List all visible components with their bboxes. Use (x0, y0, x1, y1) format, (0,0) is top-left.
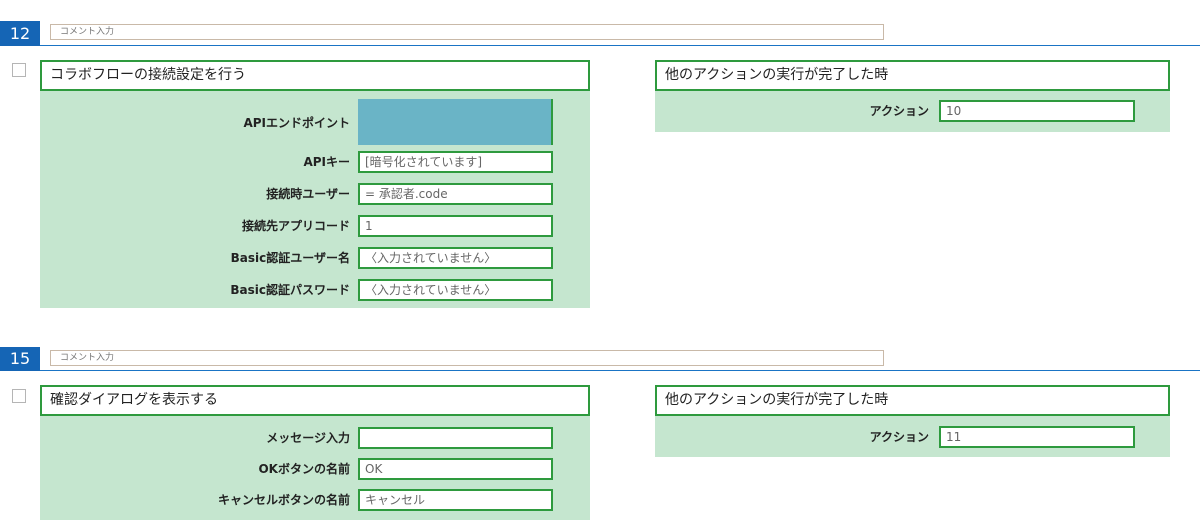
action-number-field[interactable]: 10 (939, 100, 1135, 122)
action-panel: 確認ダイアログを表示する メッセージ入力 OKボタンの名前 OK キャンセルボタ… (40, 385, 590, 520)
select-checkbox[interactable] (12, 63, 26, 77)
field-label: APIエンドポイント (243, 116, 350, 130)
action-title[interactable]: 確認ダイアログを表示する (40, 385, 590, 416)
step-number: 15 (0, 347, 40, 371)
trigger-row: アクション 10 (655, 100, 1170, 122)
field-label: メッセージ入力 (266, 431, 350, 445)
action-panel: コラボフローの接続設定を行う APIエンドポイント APIキー [暗号化されてい… (40, 60, 590, 308)
section-divider (0, 45, 1200, 46)
field-label: OKボタンの名前 (258, 462, 350, 476)
trigger-title[interactable]: 他のアクションの実行が完了した時 (655, 385, 1170, 416)
action-title[interactable]: コラボフローの接続設定を行う (40, 60, 590, 91)
trigger-title[interactable]: 他のアクションの実行が完了した時 (655, 60, 1170, 91)
action-block-12: 12 コメント入力 コラボフローの接続設定を行う APIエンドポイント APIキ… (0, 0, 1200, 320)
field-label: アクション (869, 430, 929, 444)
ok-name-field[interactable]: OK (358, 458, 553, 480)
step-number: 12 (0, 21, 40, 46)
message-field[interactable] (358, 427, 553, 449)
field-label: Basic認証ユーザー名 (230, 251, 350, 265)
comment-input[interactable]: コメント入力 (50, 24, 884, 40)
basic-password-field[interactable]: 〈入力されていません〉 (358, 279, 553, 301)
field-row-ok-name: OKボタンの名前 OK (40, 458, 590, 480)
action-block-15: 15 コメント入力 確認ダイアログを表示する メッセージ入力 OKボタンの名前 … (0, 340, 1200, 527)
field-row-basic-user: Basic認証ユーザー名 〈入力されていません〉 (40, 247, 590, 269)
comment-input[interactable]: コメント入力 (50, 350, 884, 366)
trigger-panel: 他のアクションの実行が完了した時 アクション 10 (655, 60, 1170, 132)
trigger-row: アクション 11 (655, 426, 1170, 448)
field-row-app-code: 接続先アプリコード 1 (40, 215, 590, 237)
trigger-panel: 他のアクションの実行が完了した時 アクション 11 (655, 385, 1170, 457)
api-key-field[interactable]: [暗号化されています] (358, 151, 553, 173)
field-row-message: メッセージ入力 (40, 427, 590, 449)
field-label: アクション (869, 104, 929, 118)
action-number-field[interactable]: 11 (939, 426, 1135, 448)
cancel-name-field[interactable]: キャンセル (358, 489, 553, 511)
field-label: APIキー (303, 155, 350, 169)
section-divider (0, 370, 1200, 371)
app-code-field[interactable]: 1 (358, 215, 553, 237)
field-label: Basic認証パスワード (230, 283, 350, 297)
field-row-cancel-name: キャンセルボタンの名前 キャンセル (40, 489, 590, 511)
api-endpoint-field[interactable] (358, 99, 553, 145)
field-row-api-key: APIキー [暗号化されています] (40, 151, 590, 173)
basic-user-field[interactable]: 〈入力されていません〉 (358, 247, 553, 269)
connect-user-field[interactable]: = 承認者.code (358, 183, 553, 205)
field-row-connect-user: 接続時ユーザー = 承認者.code (40, 183, 590, 205)
field-row-basic-password: Basic認証パスワード 〈入力されていません〉 (40, 279, 590, 301)
select-checkbox[interactable] (12, 389, 26, 403)
field-label: 接続先アプリコード (241, 219, 350, 233)
field-label: キャンセルボタンの名前 (217, 493, 350, 507)
field-label: 接続時ユーザー (266, 187, 350, 201)
